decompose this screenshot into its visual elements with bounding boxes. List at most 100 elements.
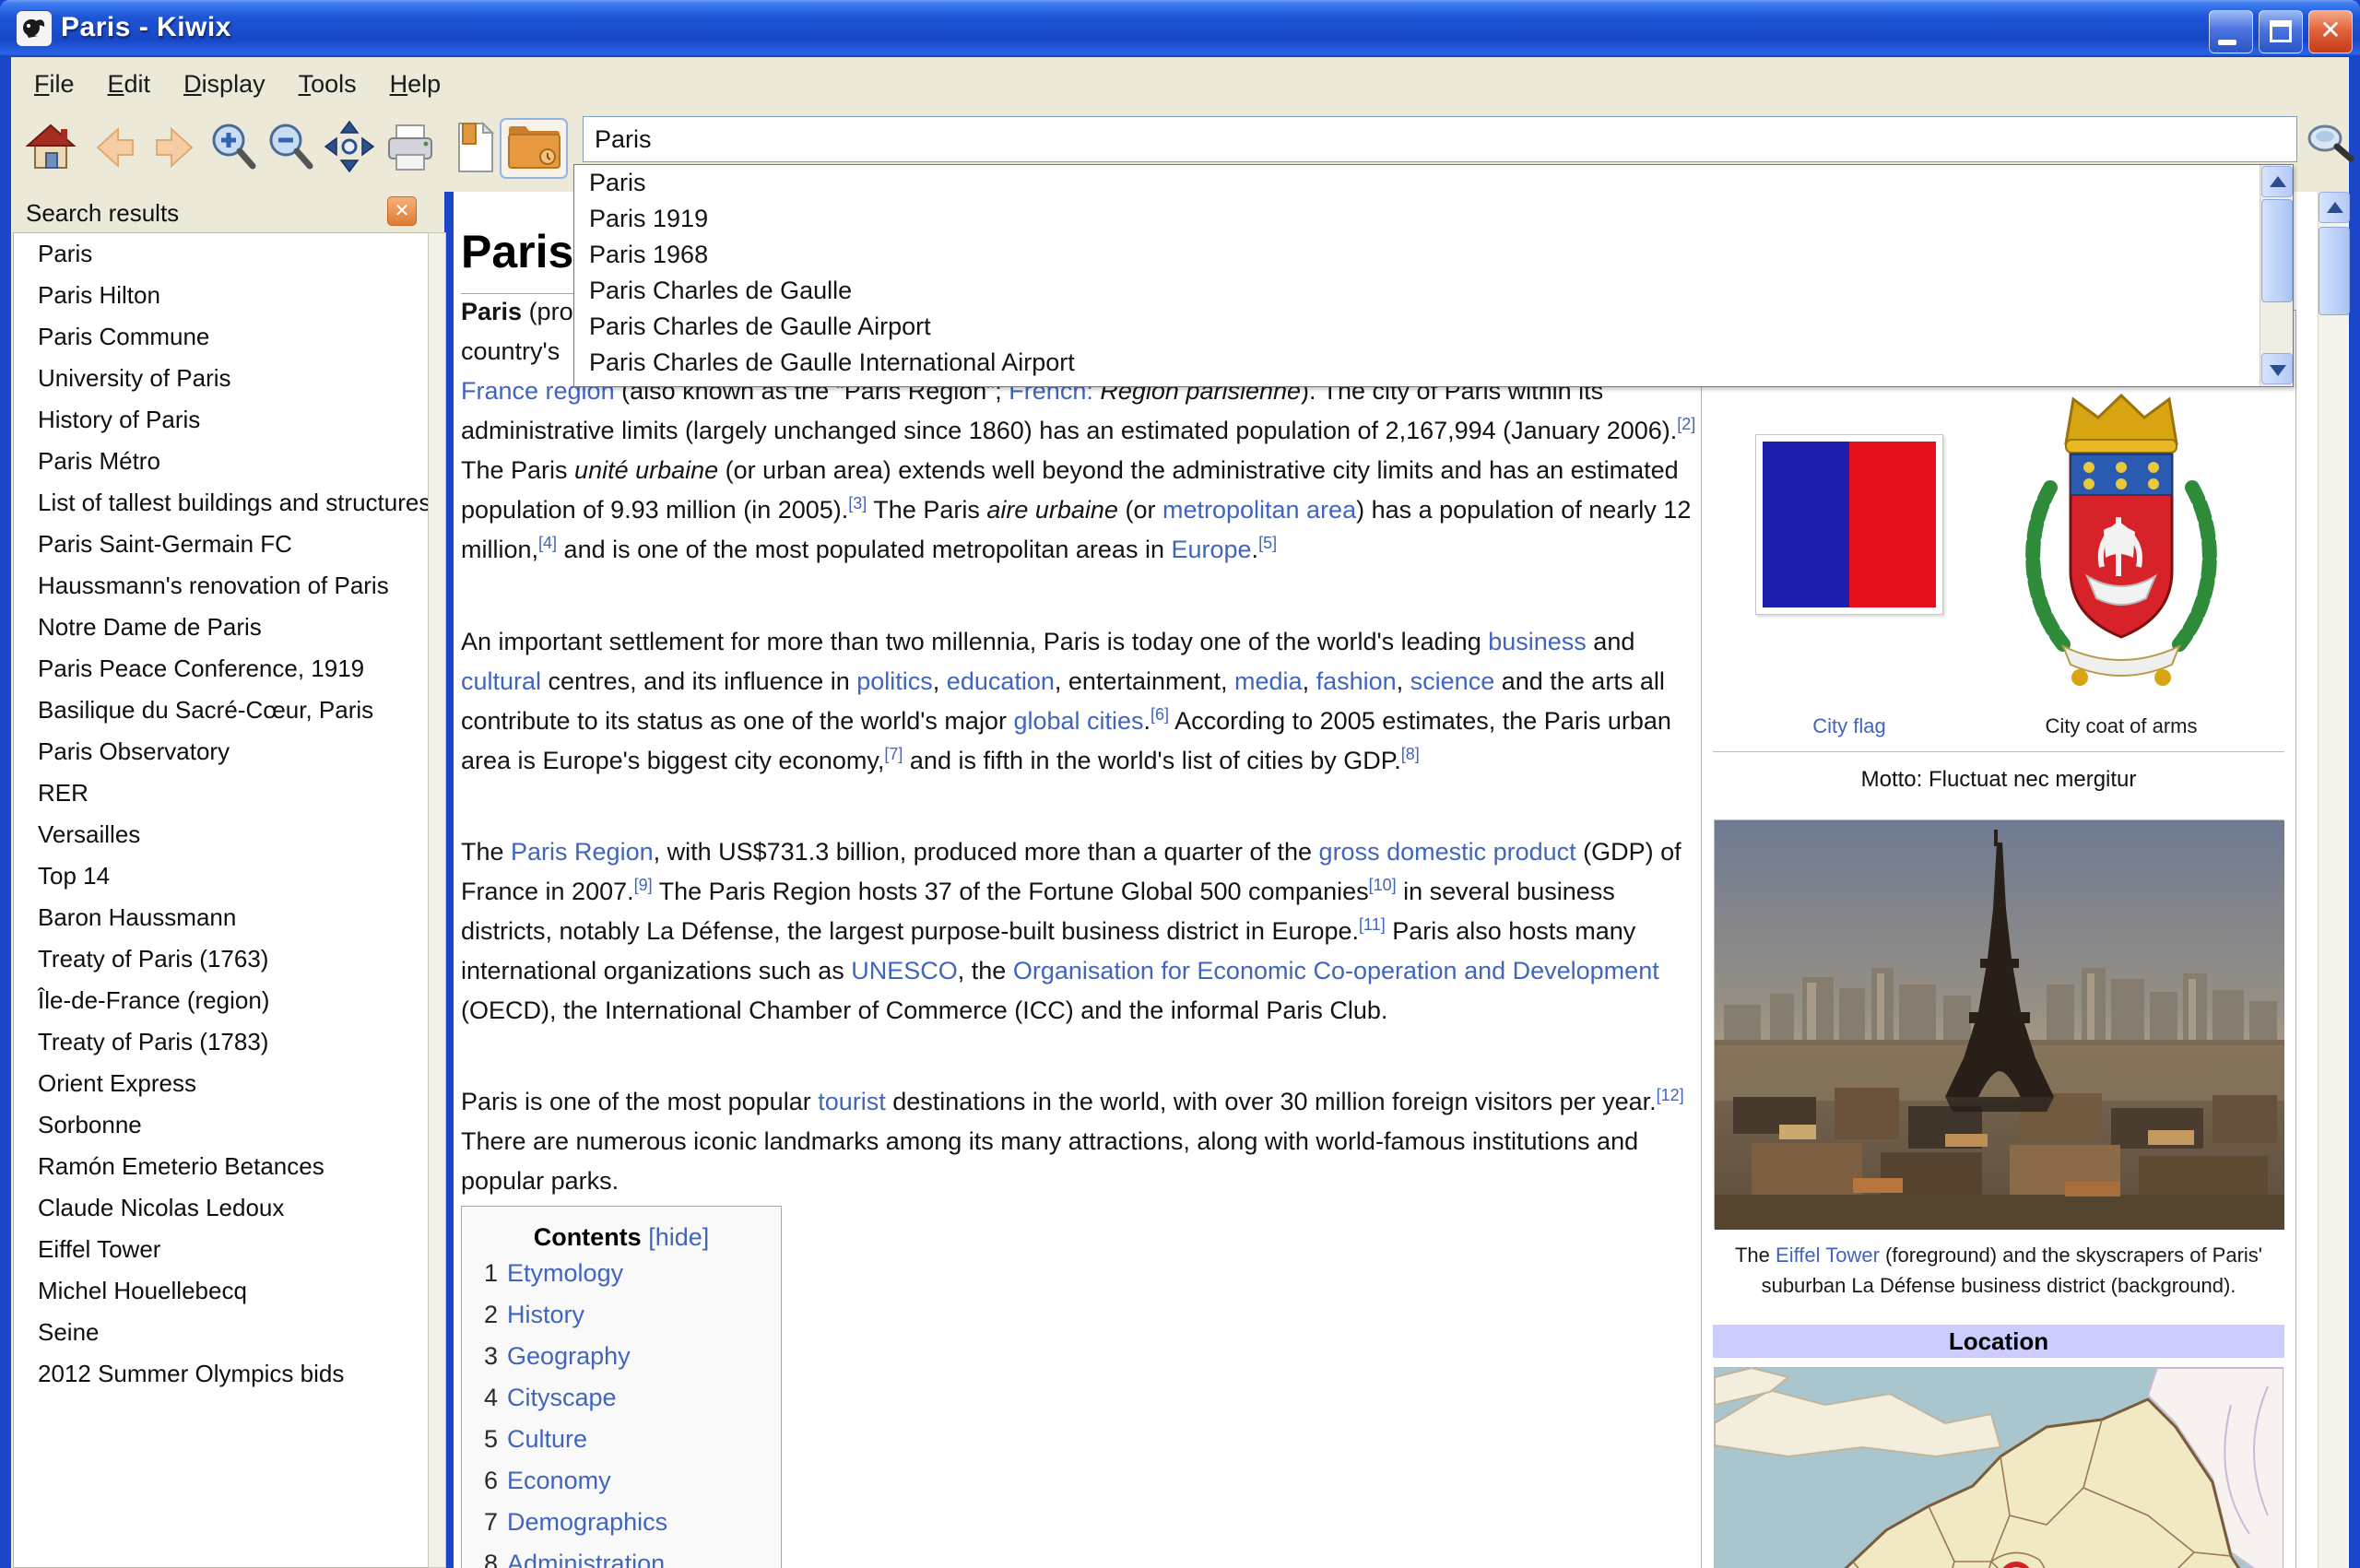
contents-item-culture[interactable]: 5Culture	[462, 1420, 781, 1459]
close-button[interactable]: ✕	[2308, 10, 2353, 53]
search-result-item[interactable]: Claude Nicolas Ledoux	[14, 1187, 428, 1229]
contents-item-link[interactable]: History	[507, 1301, 584, 1328]
article-link[interactable]: science	[1410, 667, 1495, 695]
article-link[interactable]: Eiffel Tower	[1776, 1244, 1880, 1267]
article-link[interactable]: Paris Region	[511, 838, 654, 866]
search-icon[interactable]	[2301, 114, 2356, 171]
back-icon[interactable]	[87, 118, 140, 179]
print-icon[interactable]	[384, 118, 437, 179]
suggestion-item[interactable]: Paris 1919	[574, 201, 2293, 237]
article-link[interactable]: metropolitan area	[1162, 496, 1356, 524]
reference-link[interactable]: [9]	[634, 876, 653, 894]
search-result-item[interactable]: 2012 Summer Olympics bids	[14, 1353, 428, 1395]
suggestion-item[interactable]: Paris Charles de Gaulle Airport	[574, 309, 2293, 345]
search-result-item[interactable]: History of Paris	[14, 399, 428, 441]
contents-hide-toggle[interactable]: [hide]	[648, 1223, 709, 1251]
search-result-item[interactable]: Paris Peace Conference, 1919	[14, 648, 428, 690]
article-link[interactable]: gross domestic product	[1319, 838, 1576, 866]
dropdown-scrollbar[interactable]	[2260, 165, 2293, 386]
search-result-item[interactable]: Orient Express	[14, 1063, 428, 1104]
scroll-up-icon[interactable]	[2319, 192, 2350, 223]
contents-item-geography[interactable]: 3Geography	[462, 1337, 781, 1376]
search-result-item[interactable]: Île-de-France (region)	[14, 980, 428, 1021]
article-link[interactable]: politics	[856, 667, 933, 695]
contents-item-economy[interactable]: 6Economy	[462, 1461, 781, 1501]
search-result-item[interactable]: Paris Métro	[14, 441, 428, 482]
search-result-item[interactable]: Haussmann's renovation of Paris	[14, 565, 428, 607]
search-input[interactable]	[583, 116, 2297, 162]
contents-item-link[interactable]: Etymology	[507, 1259, 623, 1287]
search-result-item[interactable]: RER	[14, 772, 428, 814]
article-link[interactable]: UNESCO	[851, 957, 958, 984]
article-link[interactable]: fashion	[1316, 667, 1397, 695]
article-link[interactable]: business	[1488, 628, 1587, 655]
contents-item-link[interactable]: Culture	[507, 1425, 587, 1453]
eiffel-tower-photo[interactable]	[1714, 819, 2283, 1229]
menu-display[interactable]: Display	[183, 70, 266, 99]
coat-of-arms-image[interactable]	[2015, 386, 2227, 700]
close-panel-icon[interactable]: ✕	[387, 196, 417, 226]
suggestion-item[interactable]: Paris	[574, 165, 2293, 201]
search-result-item[interactable]: Treaty of Paris (1763)	[14, 938, 428, 980]
reference-link[interactable]: [7]	[884, 745, 903, 763]
fit-page-icon[interactable]	[323, 118, 376, 179]
contents-item-history[interactable]: 2History	[462, 1295, 781, 1335]
contents-item-etymology[interactable]: 1Etymology	[462, 1254, 781, 1293]
reference-link[interactable]: [2]	[1677, 415, 1695, 433]
suggestion-item[interactable]: Paris 1968	[574, 237, 2293, 273]
article-link[interactable]: media	[1234, 667, 1303, 695]
search-result-item[interactable]: University of Paris	[14, 358, 428, 399]
reference-link[interactable]: [8]	[1401, 745, 1420, 763]
reference-link[interactable]: [12]	[1657, 1086, 1684, 1104]
search-result-item[interactable]: Notre Dame de Paris	[14, 607, 428, 648]
random-page-icon[interactable]	[448, 118, 502, 179]
sidebar-scrollbar[interactable]	[428, 232, 446, 1568]
menu-file[interactable]: File	[34, 70, 75, 99]
contents-item-link[interactable]: Administration	[507, 1550, 665, 1568]
search-result-item[interactable]: Paris Saint-Germain FC	[14, 524, 428, 565]
search-result-item[interactable]: Michel Houellebecq	[14, 1270, 428, 1312]
contents-item-link[interactable]: Demographics	[507, 1508, 667, 1536]
menu-tools[interactable]: Tools	[299, 70, 357, 99]
search-result-item[interactable]: Baron Haussmann	[14, 897, 428, 938]
search-result-item[interactable]: Paris Observatory	[14, 731, 428, 772]
article-link[interactable]: education	[947, 667, 1055, 695]
suggestion-item[interactable]: Paris Charles de Gaulle International Ai…	[574, 345, 2293, 381]
menu-edit[interactable]: Edit	[108, 70, 151, 99]
search-result-item[interactable]: Treaty of Paris (1783)	[14, 1021, 428, 1063]
search-result-item[interactable]: Seine	[14, 1312, 428, 1353]
search-result-item[interactable]: Paris Hilton	[14, 275, 428, 316]
search-result-item[interactable]: Ramón Emeterio Betances	[14, 1146, 428, 1187]
article-link[interactable]: tourist	[818, 1088, 886, 1115]
article-link[interactable]: global cities	[1013, 707, 1143, 735]
search-result-item[interactable]: Top 14	[14, 855, 428, 897]
scroll-down-icon[interactable]	[2261, 353, 2293, 384]
search-result-item[interactable]: Versailles	[14, 814, 428, 855]
search-result-item[interactable]: Eiffel Tower	[14, 1229, 428, 1270]
forward-icon[interactable]	[149, 118, 203, 179]
minimize-button[interactable]	[2209, 10, 2253, 53]
search-result-item[interactable]: Sorbonne	[14, 1104, 428, 1146]
scrollbar-thumb[interactable]	[2319, 227, 2350, 315]
home-icon[interactable]	[24, 118, 77, 179]
contents-item-link[interactable]: Geography	[507, 1342, 631, 1370]
reference-link[interactable]: [6]	[1150, 705, 1169, 724]
reference-link[interactable]: [11]	[1359, 915, 1386, 934]
suggestion-item[interactable]: Paris Charles de Gaulle	[574, 273, 2293, 309]
library-icon[interactable]	[500, 118, 568, 179]
search-result-item[interactable]: Paris Commune	[14, 316, 428, 358]
zoom-in-icon[interactable]	[206, 118, 260, 179]
search-result-item[interactable]: List of tallest buildings and structures…	[14, 482, 428, 524]
reference-link[interactable]: [5]	[1258, 534, 1277, 552]
city-flag-caption[interactable]: City flag	[1729, 714, 1969, 738]
dropdown-scrollbar-thumb[interactable]	[2261, 199, 2293, 302]
reference-link[interactable]: [3]	[848, 494, 867, 513]
contents-item-administration[interactable]: 8Administration	[462, 1544, 781, 1568]
contents-item-cityscape[interactable]: 4Cityscape	[462, 1378, 781, 1418]
maximize-button[interactable]	[2259, 10, 2303, 53]
search-result-item[interactable]: Basilique du Sacré-Cœur, Paris	[14, 690, 428, 731]
contents-item-demographics[interactable]: 7Demographics	[462, 1503, 781, 1542]
location-map[interactable]	[1714, 1367, 2283, 1568]
scroll-up-icon[interactable]	[2261, 166, 2293, 197]
search-result-item[interactable]: Paris	[14, 233, 428, 275]
